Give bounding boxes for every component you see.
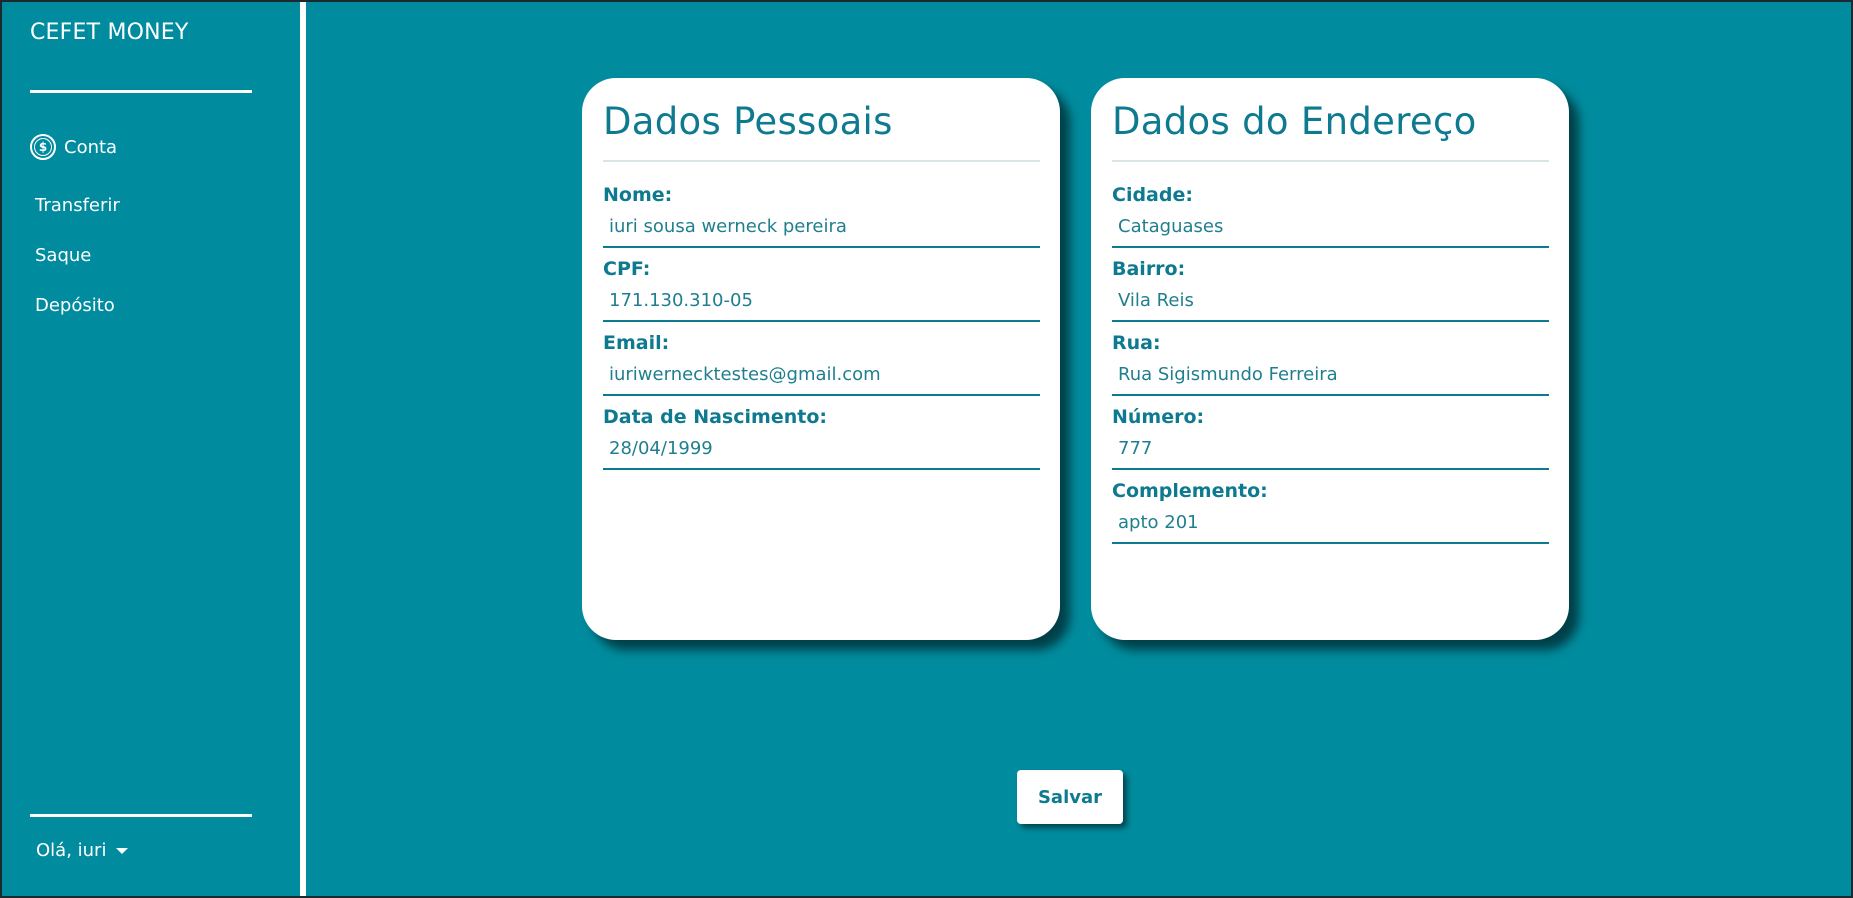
sidebar-item-label: Depósito <box>35 294 115 316</box>
cpf-field-group: CPF: <box>603 258 1040 322</box>
neighborhood-label: Bairro: <box>1112 258 1186 280</box>
street-field-group: Rua: <box>1112 332 1549 396</box>
sidebar-divider-top <box>30 90 252 93</box>
number-label: Número: <box>1112 406 1205 428</box>
sidebar-item-saque[interactable]: Saque <box>30 230 120 280</box>
cpf-label: CPF: <box>603 258 651 280</box>
name-input[interactable] <box>603 206 1040 248</box>
personal-data-title: Dados Pessoais <box>603 100 893 143</box>
caret-down-icon <box>116 847 129 854</box>
sidebar-item-deposito[interactable]: Depósito <box>30 280 120 330</box>
address-data-card: Dados do Endereço Cidade: Bairro: Rua: N… <box>1091 78 1569 640</box>
city-input[interactable] <box>1112 206 1549 248</box>
sidebar-item-label: Transferir <box>35 194 120 216</box>
complement-label: Complemento: <box>1112 480 1268 502</box>
name-field-group: Nome: <box>603 184 1040 248</box>
app-page: CEFET MONEY $ Conta Transferir Saque Dep… <box>0 0 1853 898</box>
name-label: Nome: <box>603 184 673 206</box>
complement-field-group: Complemento: <box>1112 480 1549 544</box>
address-data-title: Dados do Endereço <box>1112 100 1477 143</box>
sidebar-divider-bottom <box>30 814 252 817</box>
sidebar-item-conta[interactable]: $ Conta <box>30 130 120 164</box>
sidebar-item-label: Conta <box>64 136 118 158</box>
neighborhood-input[interactable] <box>1112 280 1549 322</box>
email-label: Email: <box>603 332 670 354</box>
email-field-group: Email: <box>603 332 1040 396</box>
birthdate-field-group: Data de Nascimento: <box>603 406 1040 470</box>
cpf-input[interactable] <box>603 280 1040 322</box>
complement-input[interactable] <box>1112 502 1549 544</box>
sidebar: CEFET MONEY $ Conta Transferir Saque Dep… <box>2 2 306 896</box>
sidebar-item-label: Saque <box>35 244 92 266</box>
street-input[interactable] <box>1112 354 1549 396</box>
dollar-coin-icon: $ <box>30 134 56 160</box>
user-greeting: Olá, iuri <box>36 840 107 861</box>
neighborhood-field-group: Bairro: <box>1112 258 1549 322</box>
dollar-coin-symbol: $ <box>34 138 52 156</box>
personal-data-card: Dados Pessoais Nome: CPF: Email: Data de… <box>582 78 1060 640</box>
city-field-group: Cidade: <box>1112 184 1549 248</box>
street-label: Rua: <box>1112 332 1161 354</box>
birthdate-label: Data de Nascimento: <box>603 406 827 428</box>
birthdate-input[interactable] <box>603 428 1040 470</box>
brand-title: CEFET MONEY <box>30 20 189 45</box>
number-field-group: Número: <box>1112 406 1549 470</box>
card-divider <box>603 160 1040 162</box>
sidebar-item-transferir[interactable]: Transferir <box>30 180 120 230</box>
user-menu-dropdown[interactable]: Olá, iuri <box>36 840 129 861</box>
city-label: Cidade: <box>1112 184 1193 206</box>
save-button[interactable]: Salvar <box>1017 770 1123 824</box>
email-input[interactable] <box>603 354 1040 396</box>
card-divider <box>1112 160 1549 162</box>
number-input[interactable] <box>1112 428 1549 470</box>
sidebar-nav: $ Conta Transferir Saque Depósito <box>30 130 120 330</box>
